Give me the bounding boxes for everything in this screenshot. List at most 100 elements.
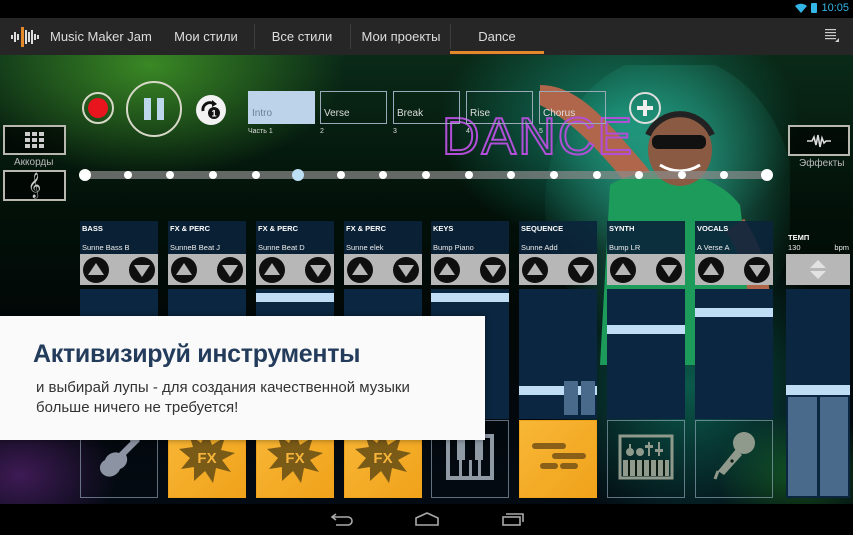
pause-button[interactable] <box>126 81 182 137</box>
timeline-position[interactable] <box>549 171 558 179</box>
volume-slider-handle[interactable] <box>695 308 773 317</box>
next-loop-button[interactable] <box>129 257 155 283</box>
instrument-toggle-button[interactable] <box>607 420 685 498</box>
previous-loop-button[interactable] <box>347 257 373 283</box>
volume-slider-handle[interactable] <box>607 325 685 334</box>
tab-my-styles[interactable]: Мои стили <box>160 18 252 55</box>
part-verse[interactable]: Verse <box>320 91 387 124</box>
tempo-slider[interactable] <box>786 289 850 498</box>
timeline-position[interactable] <box>592 171 601 179</box>
tab-label: Dance <box>478 29 516 44</box>
timeline-position[interactable] <box>166 171 175 179</box>
next-loop-button[interactable] <box>393 257 419 283</box>
previous-loop-button[interactable] <box>698 257 724 283</box>
chords-button[interactable] <box>3 125 66 155</box>
tempo-header: ТЕМП 130 bpm <box>786 221 850 254</box>
part-number: 4 <box>466 128 470 135</box>
tempo-up-icon[interactable] <box>810 260 826 268</box>
svg-text:FX: FX <box>197 450 216 467</box>
timeline-position[interactable] <box>464 171 473 179</box>
timeline-position[interactable] <box>507 171 516 179</box>
previous-loop-button[interactable] <box>259 257 285 283</box>
loop-once-button[interactable]: 1 <box>196 95 226 125</box>
next-loop-button[interactable] <box>305 257 331 283</box>
loop-once-icon: 1 <box>201 100 220 119</box>
tempo-control: ТЕМП 130 bpm <box>786 221 850 499</box>
part-label: Break <box>397 108 424 119</box>
loop-selector <box>256 254 334 285</box>
volume-slider[interactable] <box>519 289 597 419</box>
tempo-label: ТЕМП <box>788 233 810 242</box>
tab-label: Все стили <box>271 29 333 44</box>
tab-label: Мои стили <box>174 29 238 44</box>
timeline-position[interactable] <box>79 169 91 181</box>
volume-slider[interactable] <box>695 289 773 419</box>
timeline-position[interactable] <box>123 171 132 179</box>
tab-my-projects[interactable]: Мои проекты <box>352 18 450 55</box>
effects-button[interactable] <box>788 125 850 156</box>
channel-name: BASS <box>82 224 103 233</box>
timeline-position[interactable] <box>635 171 644 179</box>
sequence-icon <box>530 442 586 476</box>
channel-header: KEYS Bump Piano <box>431 221 509 254</box>
tab-dance[interactable]: Dance <box>450 18 544 55</box>
part-rise[interactable]: Rise <box>466 91 533 124</box>
treble-clef-button[interactable]: 𝄞 <box>3 170 66 201</box>
record-button[interactable] <box>82 92 114 124</box>
volume-slider-handle[interactable] <box>431 293 509 302</box>
volume-slider-handle[interactable] <box>256 293 334 302</box>
previous-loop-button[interactable] <box>83 257 109 283</box>
loop-selector <box>519 254 597 285</box>
previous-loop-button[interactable] <box>522 257 548 283</box>
timeline-position[interactable] <box>720 171 729 179</box>
chords-grid-icon <box>24 132 44 148</box>
loop-selector <box>344 254 422 285</box>
next-loop-button[interactable] <box>656 257 682 283</box>
action-bar: Music Maker Jam Мои стили Все стили Мои … <box>0 18 853 55</box>
instrument-toggle-button[interactable] <box>519 420 597 498</box>
promo-title: Активизируй инструменты <box>33 340 361 368</box>
timeline-slider[interactable] <box>79 169 773 181</box>
tempo-slider-handle[interactable] <box>786 385 850 395</box>
tempo-stepper[interactable] <box>786 254 850 285</box>
part-chorus[interactable]: Chorus <box>539 91 606 124</box>
overflow-menu-icon[interactable] <box>825 28 839 42</box>
home-button[interactable] <box>412 509 442 529</box>
part-intro[interactable]: Intro <box>248 91 315 124</box>
previous-loop-button[interactable] <box>171 257 197 283</box>
record-icon <box>88 98 108 118</box>
next-loop-button[interactable] <box>744 257 770 283</box>
part-number: Часть 1 <box>248 128 273 135</box>
previous-loop-button[interactable] <box>434 257 460 283</box>
arrow-up-icon <box>176 263 192 275</box>
next-loop-button[interactable] <box>217 257 243 283</box>
back-button[interactable] <box>327 509 357 529</box>
next-loop-button[interactable] <box>568 257 594 283</box>
timeline-position[interactable] <box>677 171 686 179</box>
timeline-position[interactable] <box>379 171 388 179</box>
part-break[interactable]: Break <box>393 91 460 124</box>
arrow-down-icon <box>310 265 326 277</box>
instrument-toggle-button[interactable] <box>695 420 773 498</box>
previous-loop-button[interactable] <box>610 257 636 283</box>
tempo-down-icon[interactable] <box>810 271 826 279</box>
timeline-position[interactable] <box>251 171 260 179</box>
timeline-position[interactable] <box>208 171 217 179</box>
recents-button[interactable] <box>498 509 528 529</box>
channel-loop-name: Bump LR <box>609 243 641 252</box>
app-title: Music Maker Jam <box>50 29 152 44</box>
next-loop-button[interactable] <box>480 257 506 283</box>
arrow-down-icon <box>134 265 150 277</box>
channel-name: FX & PERC <box>258 224 299 233</box>
add-part-button[interactable] <box>629 92 661 124</box>
timeline-position[interactable] <box>422 171 430 179</box>
channel-loop-name: Sunne Beat D <box>258 243 305 252</box>
instrument-channel: SEQUENCE Sunne Add <box>519 221 597 499</box>
timeline-position[interactable] <box>761 169 773 181</box>
volume-slider[interactable] <box>607 289 685 419</box>
status-bar: 10:05 <box>0 0 853 18</box>
recents-icon <box>502 513 524 526</box>
tab-all-styles[interactable]: Все стили <box>256 18 348 55</box>
timeline-position[interactable] <box>336 171 345 179</box>
timeline-playhead[interactable] <box>292 169 305 181</box>
